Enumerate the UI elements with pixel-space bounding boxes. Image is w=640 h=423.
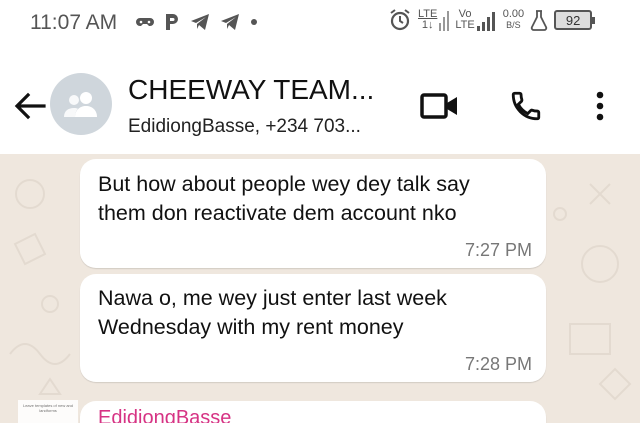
network-speed: 0.00 B/S bbox=[503, 9, 524, 31]
dot-icon bbox=[251, 19, 257, 25]
more-vertical-icon bbox=[596, 91, 604, 121]
group-icon bbox=[64, 92, 97, 117]
alarm-icon bbox=[390, 9, 410, 31]
network-1: LTE 1↓ bbox=[418, 9, 450, 31]
message-time: 7:28 PM bbox=[464, 354, 532, 374]
chat-area[interactable]: But how about people wey dey talk say th… bbox=[0, 154, 640, 423]
flask-icon bbox=[530, 10, 548, 31]
game-controller-icon bbox=[136, 18, 154, 26]
message-bubble[interactable]: But how about people wey dey talk say th… bbox=[80, 159, 546, 268]
phone-icon bbox=[511, 91, 541, 121]
network-1-sub: 1↓ bbox=[421, 19, 434, 31]
message-text: Nawa o, me wey just enter last week Wedn… bbox=[98, 286, 447, 339]
back-arrow-icon bbox=[14, 92, 46, 120]
status-right: LTE 1↓ Vo LTE 0.00 B/S 92 bbox=[388, 8, 596, 32]
telegram-icon bbox=[221, 14, 239, 30]
message-bubble-partial[interactable]: EdidiongBasse bbox=[80, 401, 546, 423]
back-button[interactable] bbox=[10, 86, 50, 126]
video-call-button[interactable] bbox=[420, 86, 460, 126]
voice-call-button[interactable] bbox=[506, 86, 546, 126]
battery-indicator: 92 bbox=[554, 10, 596, 30]
status-left-icons bbox=[136, 12, 258, 32]
telegram-icon bbox=[191, 14, 209, 30]
sender-name[interactable]: EdidiongBasse bbox=[98, 407, 231, 423]
video-camera-icon bbox=[420, 93, 457, 119]
speed-unit: B/S bbox=[506, 20, 521, 30]
chat-header: CHEEWAY TEAM... EdidiongBasse, +234 703.… bbox=[0, 50, 640, 154]
status-time: 11:07 AM bbox=[30, 11, 118, 34]
speed-value: 0.00 bbox=[502, 8, 525, 20]
message-bubble[interactable]: Nawa o, me wey just enter last week Wedn… bbox=[80, 274, 546, 382]
message-time: 7:27 PM bbox=[464, 240, 532, 260]
chat-subtitle[interactable]: EdidiongBasse, +234 703... bbox=[128, 116, 361, 138]
network-2-sub: LTE bbox=[455, 19, 475, 31]
status-bar: 11:07 AM LTE 1↓ Vo LTE 0.00 B/S 92 bbox=[0, 0, 640, 50]
chat-title[interactable]: CHEEWAY TEAM... bbox=[128, 74, 374, 106]
message-text: But how about people wey dey talk say th… bbox=[98, 172, 470, 225]
more-options-button[interactable] bbox=[580, 86, 620, 126]
signal-bars-icon bbox=[439, 11, 450, 31]
thumbnail-preview[interactable]: Leave templates of new and landforms bbox=[18, 400, 78, 423]
network-2: Vo LTE bbox=[455, 9, 496, 31]
p-icon bbox=[166, 14, 178, 30]
group-avatar[interactable] bbox=[50, 73, 112, 135]
signal-bars-icon bbox=[476, 12, 495, 31]
